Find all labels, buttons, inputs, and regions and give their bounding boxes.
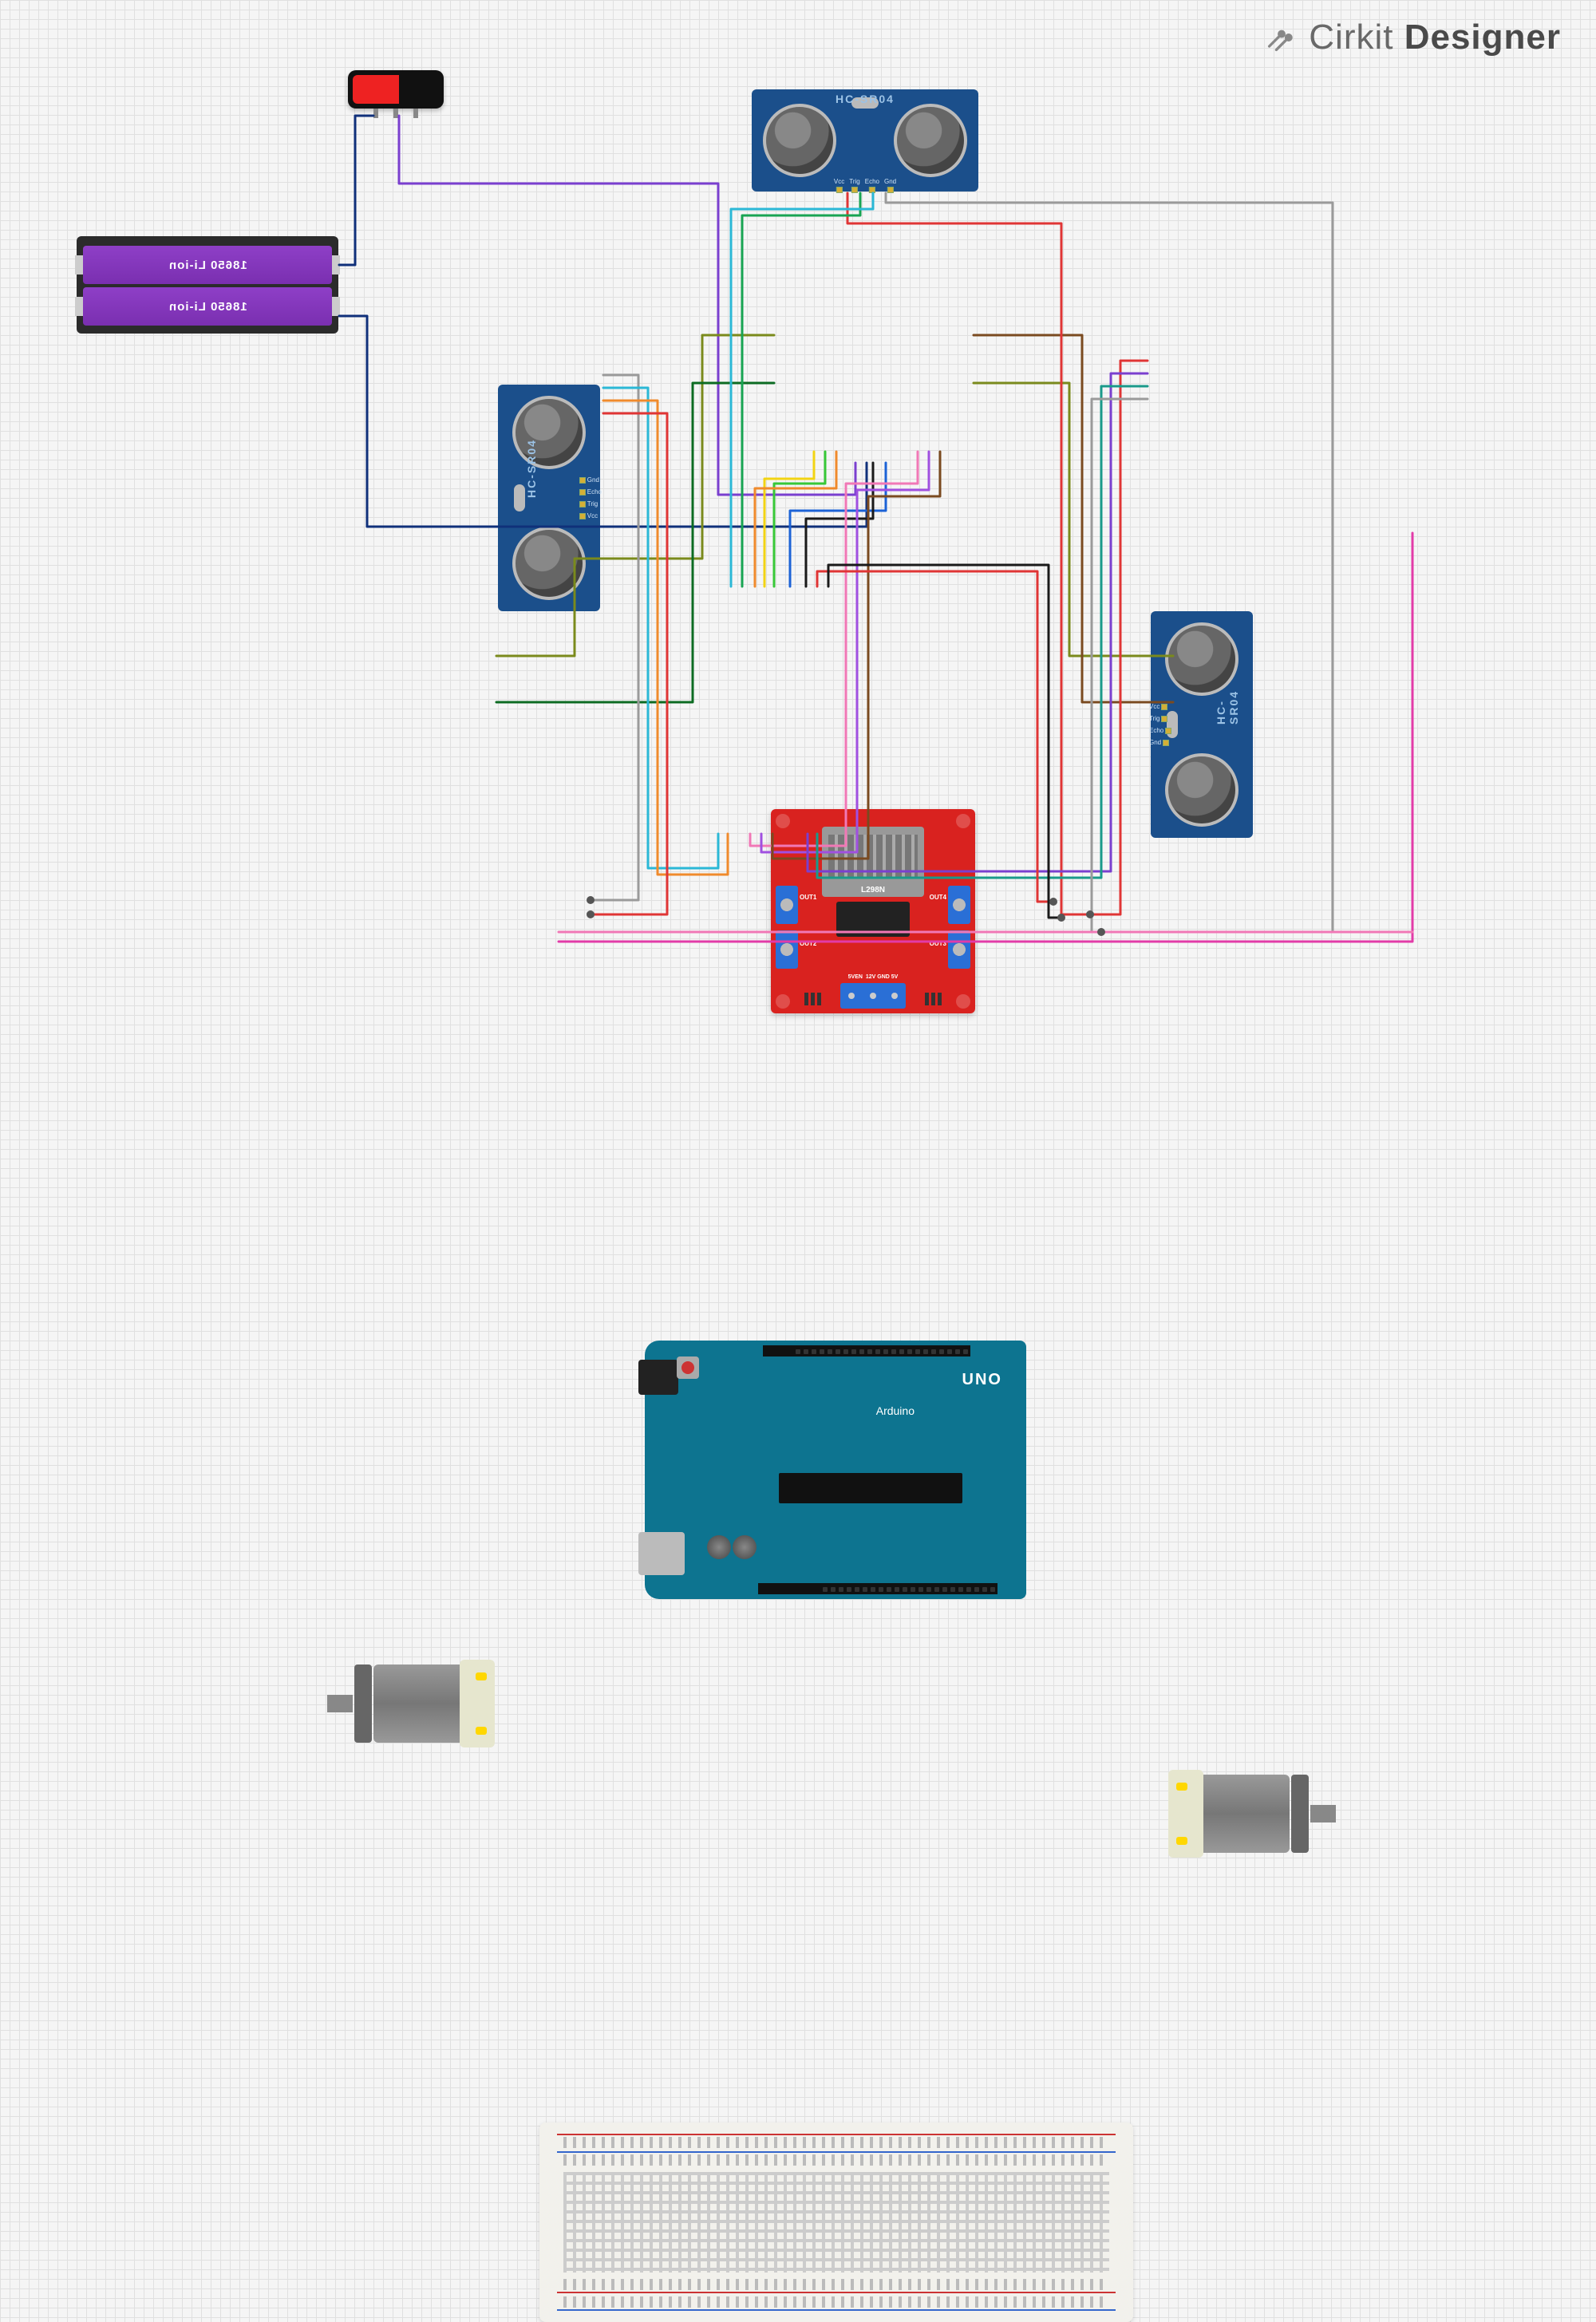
motor-terminal[interactable] (476, 1672, 487, 1680)
l298n-motor-driver[interactable]: L298N OUT1 OUT2 OUT3 OUT4 5VEN 12V GND 5… (771, 809, 975, 1013)
logo-text: Cirkit Designer (1309, 18, 1561, 57)
hcsr04-left[interactable]: HC-SR04 Gnd Echo Trig Vcc (498, 385, 600, 611)
reset-button[interactable] (677, 1356, 699, 1379)
hcsr04-label: HC-SR04 (525, 439, 538, 498)
motor-terminal[interactable] (476, 1727, 487, 1735)
logo-icon (1264, 20, 1299, 55)
app-logo: Cirkit Designer (1264, 18, 1561, 57)
chip-icon (836, 902, 910, 937)
breadboard[interactable] (539, 2123, 1133, 2322)
power-analog-header[interactable] (763, 1345, 970, 1356)
hcsr04-label: HC-SR04 (836, 93, 895, 105)
chip-label: L298N (861, 886, 885, 894)
hcsr04-top[interactable]: HC-SR04 Vcc Trig Echo Gnd (752, 89, 978, 192)
terminal-out2[interactable] (776, 930, 798, 969)
power-jack-icon (638, 1360, 678, 1395)
arduino-uno[interactable]: UNO Arduino (645, 1341, 1026, 1599)
brand-label: Arduino (876, 1404, 915, 1417)
rocker-switch[interactable] (348, 70, 444, 109)
board-label: UNO (962, 1371, 1002, 1389)
dc-motor-right[interactable] (1168, 1759, 1328, 1869)
atmega-chip-icon (779, 1473, 962, 1503)
usb-port-icon (638, 1532, 685, 1575)
terminal-out1[interactable] (776, 886, 798, 924)
terminal-out3[interactable] (948, 930, 970, 969)
battery-holder-18650[interactable]: 18650 Li-ion 18650 Li-ion (77, 236, 338, 334)
dc-motor-left[interactable] (335, 1649, 495, 1759)
hcsr04-label: HC-SR04 (1215, 690, 1240, 725)
power-terminal[interactable] (840, 983, 906, 1009)
digital-header[interactable] (758, 1583, 998, 1594)
hcsr04-right[interactable]: HC-SR04 Vcc Trig Echo Gnd (1151, 611, 1253, 838)
motor-terminal[interactable] (1176, 1783, 1187, 1791)
terminal-out4[interactable] (948, 886, 970, 924)
motor-terminal[interactable] (1176, 1837, 1187, 1845)
